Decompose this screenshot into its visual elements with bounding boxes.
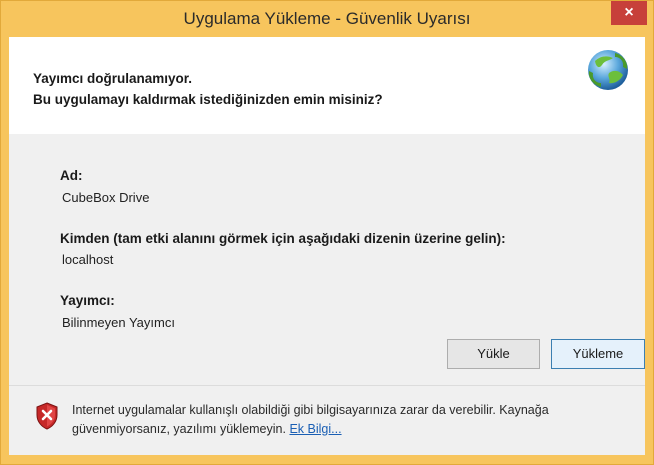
name-label: Ad:	[60, 168, 83, 183]
publisher-warning-heading: Yayımcı doğrulanamıyor.	[33, 71, 193, 86]
security-warning-shield-icon	[36, 402, 58, 430]
window-title: Uygulama Yükleme - Güvenlik Uyarısı	[183, 9, 471, 28]
more-info-link[interactable]: Ek Bilgi...	[289, 422, 341, 436]
install-button[interactable]: Yükle	[447, 339, 540, 369]
from-value[interactable]: localhost	[62, 252, 113, 267]
security-warning-dialog: Uygulama Yükleme - Güvenlik Uyarısı × Ya…	[0, 0, 654, 465]
dont-install-button[interactable]: Yükleme	[551, 339, 645, 369]
close-button[interactable]: ×	[611, 1, 647, 25]
confirm-question: Bu uygulamayı kaldırmak istediğinizden e…	[33, 92, 383, 107]
application-globe-icon	[588, 50, 628, 90]
from-label: Kimden (tam etki alanını görmek için aşa…	[60, 231, 506, 246]
footer-panel: Internet uygulamalar kullanışlı olabildi…	[9, 386, 645, 455]
name-value: CubeBox Drive	[62, 190, 150, 205]
publisher-value: Bilinmeyen Yayımcı	[62, 315, 175, 330]
publisher-label: Yayımcı:	[60, 293, 115, 308]
header-panel: Yayımcı doğrulanamıyor. Bu uygulamayı ka…	[9, 37, 645, 134]
details-panel: Ad: CubeBox Drive Kimden (tam etki alanı…	[9, 134, 645, 386]
close-icon: ×	[624, 4, 634, 21]
footer-warning: Internet uygulamalar kullanışlı olabildi…	[72, 401, 637, 439]
title-bar[interactable]: Uygulama Yükleme - Güvenlik Uyarısı ×	[1, 1, 653, 37]
